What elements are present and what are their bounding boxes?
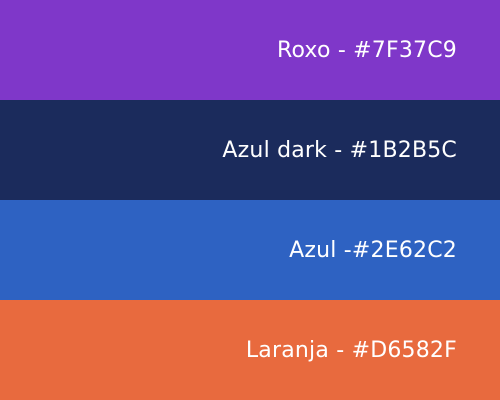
swatch-laranja: Laranja - #D6582F <box>0 300 500 400</box>
color-palette: Roxo - #7F37C9 Azul dark - #1B2B5C Azul … <box>0 0 500 400</box>
swatch-azul-dark: Azul dark - #1B2B5C <box>0 100 500 200</box>
swatch-label-laranja: Laranja - #D6582F <box>245 337 457 363</box>
swatch-roxo: Roxo - #7F37C9 <box>0 0 500 100</box>
swatch-azul: Azul -#2E62C2 <box>0 200 500 300</box>
swatch-label-roxo: Roxo - #7F37C9 <box>276 37 457 63</box>
swatch-label-azul: Azul -#2E62C2 <box>289 237 457 263</box>
swatch-label-azul-dark: Azul dark - #1B2B5C <box>222 137 457 163</box>
